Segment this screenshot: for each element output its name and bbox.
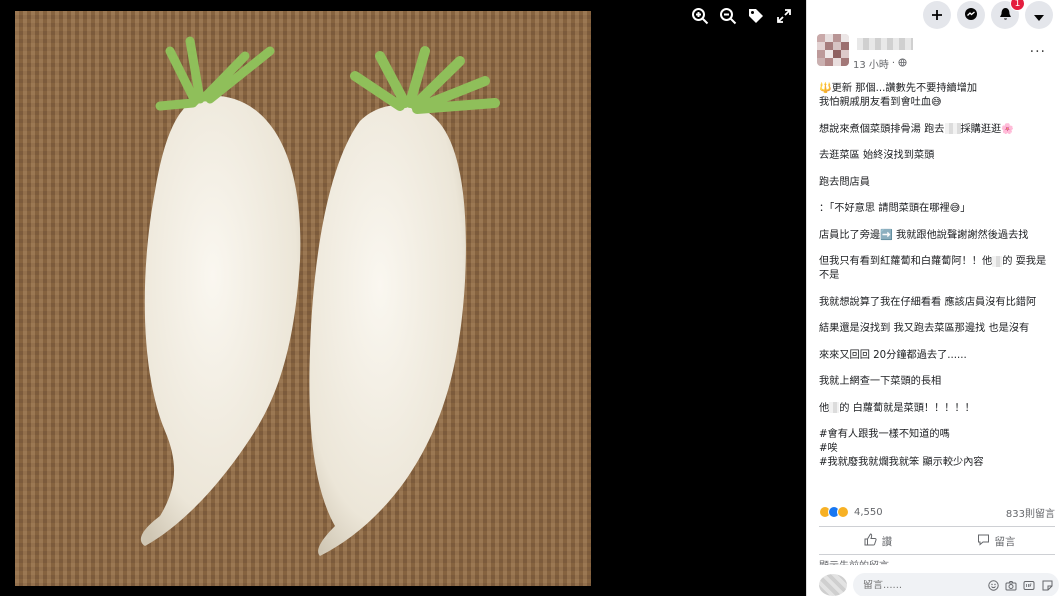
post-line: 🔱更新 那個...讚數先不要持續增加 — [819, 83, 978, 94]
more-options-button[interactable]: ··· — [1030, 44, 1046, 60]
comment-icon — [977, 533, 990, 549]
like-label: 讚 — [881, 535, 893, 548]
like-button[interactable]: 讚 — [819, 530, 937, 552]
camera-icon[interactable] — [1005, 579, 1017, 591]
caret-down-icon — [1034, 6, 1044, 25]
photo-viewer — [0, 0, 806, 596]
thumbs-up-icon — [864, 533, 877, 549]
post-meta: 13 小時 · — [853, 56, 907, 71]
divider — [819, 554, 1055, 555]
post-line: 我就想說算了我在仔細看看 應該店員沒有比錯阿 — [819, 296, 1037, 308]
censored-text — [944, 123, 961, 134]
post-header: 13 小時 · ··· — [807, 30, 1060, 71]
post-time[interactable]: 13 小時 — [853, 56, 889, 71]
globe-icon — [898, 57, 907, 70]
post-line: 結果還是沒找到 我又跑去菜區那邊找 也是沒有 — [819, 323, 1030, 334]
bell-icon — [999, 6, 1012, 25]
post-actions: 讚 留言 — [819, 530, 1055, 552]
post-line: 來來又回回 20分鐘都過去了...... — [819, 349, 967, 361]
fullscreen-icon[interactable] — [772, 4, 796, 28]
top-nav: 1 — [807, 0, 1060, 30]
messenger-button[interactable] — [957, 1, 985, 29]
post-line: 但我只有看到紅蘿蔔和白蘿蔔阿！！他的 耍我是不是 — [819, 255, 1047, 281]
account-menu-button[interactable] — [1025, 1, 1053, 29]
create-button[interactable] — [923, 1, 951, 29]
tag-icon[interactable] — [744, 4, 768, 28]
post-photo[interactable] — [15, 11, 591, 586]
comment-box[interactable] — [853, 573, 1059, 596]
emoji-icon[interactable] — [987, 579, 999, 591]
divider — [819, 526, 1055, 527]
post-line: 店員比了旁邊➡️ 我就跟他說聲謝謝然後過去找 — [819, 229, 1029, 241]
notifications-button[interactable]: 1 — [991, 0, 1025, 29]
post-text: 🔱更新 那個...讚數先不要持續增加 我怕親戚朋友看到會吐血😅 想說來煮個菜頭排… — [819, 82, 1053, 470]
post-line: 跑去問店員 — [819, 176, 870, 188]
post-line: 他的 白蘿蔔就是菜頭！！！！！ — [819, 402, 975, 414]
zoom-in-icon[interactable] — [688, 4, 712, 28]
censored-text — [829, 402, 840, 413]
post-line: 我怕親戚朋友看到會吐血😅 — [819, 97, 942, 108]
comment-count[interactable]: 833則留言 — [1006, 505, 1055, 520]
post-line: 想說來煮個菜頭排骨湯 跑去 採購逛逛🌸 — [819, 123, 1014, 135]
post-line: 去逛菜區 始終沒找到菜頭 — [819, 150, 935, 161]
author-name-censored[interactable] — [857, 38, 913, 50]
post-panel: 1 13 小時 · ··· 🔱更新 那個...讚數先不要持續增加 我怕親戚朋友看… — [806, 0, 1060, 596]
separator: · — [891, 58, 896, 69]
engagement-summary: 4,550 833則留言 — [819, 503, 1055, 521]
avatar[interactable] — [817, 34, 849, 66]
comment-button[interactable]: 留言 — [937, 530, 1055, 552]
post-line: ：「不好意思 請問菜頭在哪裡😅」 — [819, 203, 971, 214]
comment-input[interactable] — [863, 579, 987, 591]
user-avatar — [819, 574, 847, 596]
view-previous-comments[interactable]: 顯示先前的留言 — [819, 557, 889, 565]
hashtag-link[interactable]: #會有人跟我一樣不知道的嗎 — [819, 428, 1053, 442]
comment-composer — [819, 572, 1059, 596]
reaction-count: 4,550 — [854, 506, 883, 518]
notification-badge: 1 — [1010, 0, 1025, 11]
zoom-out-icon[interactable] — [716, 4, 740, 28]
photo-toolbar — [688, 4, 796, 28]
censored-text — [992, 255, 1003, 267]
sticker-icon[interactable] — [1041, 579, 1053, 591]
post-line: 我就上網查一下菜頭的長相 — [819, 376, 942, 387]
radish-photo — [15, 11, 591, 586]
hashtag-link[interactable]: #唉 — [819, 442, 1053, 456]
wow-reaction-icon — [837, 506, 849, 518]
composer-tools — [987, 579, 1053, 591]
gif-icon[interactable] — [1023, 579, 1035, 591]
plus-icon — [931, 6, 943, 25]
comment-label: 留言 — [994, 535, 1016, 548]
reactions[interactable]: 4,550 — [819, 506, 883, 518]
messenger-icon — [964, 6, 978, 25]
hashtag-link[interactable]: #我就廢我就爛我就笨 顯示較少內容 — [819, 456, 1053, 470]
